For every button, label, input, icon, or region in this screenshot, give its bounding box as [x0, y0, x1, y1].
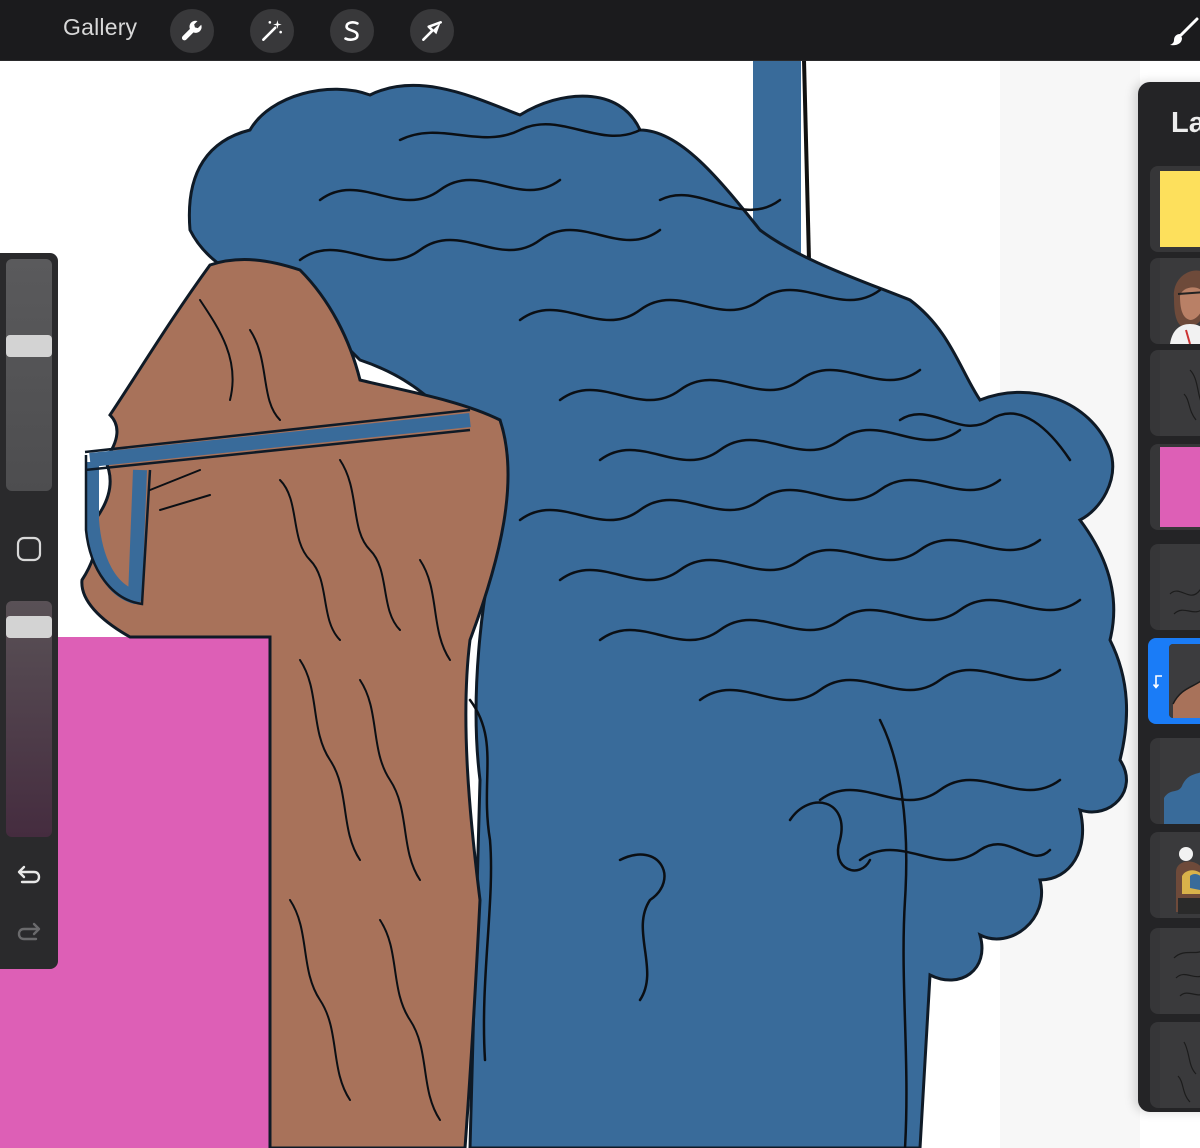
layer-thumbnail [1160, 544, 1200, 630]
undo-arrow-icon[interactable] [14, 860, 44, 890]
brush-size-slider[interactable] [6, 259, 52, 491]
top-toolbar: Gallery [0, 0, 1200, 61]
square-icon[interactable] [15, 535, 43, 563]
gallery-button[interactable]: Gallery [63, 14, 137, 41]
brush-opacity-slider[interactable] [6, 601, 52, 837]
actions-button[interactable] [170, 9, 214, 53]
selection-s-icon [344, 21, 359, 41]
layer-row[interactable] [1150, 738, 1200, 824]
layer-thumbnail [1160, 166, 1200, 252]
redo-arrow-icon[interactable] [14, 917, 44, 947]
layers-panel: Layers [1138, 82, 1200, 1112]
layer-thumbnail [1160, 1022, 1200, 1108]
transform-button[interactable] [410, 9, 454, 53]
magic-wand-icon [262, 20, 282, 41]
layer-row[interactable] [1150, 928, 1200, 1014]
layer-row[interactable] [1150, 444, 1200, 530]
arrow-cursor-icon [422, 21, 442, 41]
brush-icon[interactable] [1168, 16, 1200, 48]
drawing-canvas[interactable] [0, 0, 1200, 1148]
layer-row[interactable] [1150, 350, 1200, 436]
layers-panel-title: Layers [1171, 107, 1200, 139]
layer-row[interactable] [1150, 166, 1200, 252]
layer-row[interactable] [1150, 1022, 1200, 1108]
clipping-mask-icon [1153, 675, 1162, 689]
left-sidebar [0, 253, 58, 969]
layer-thumbnail [1160, 928, 1200, 1014]
adjustments-button[interactable] [250, 9, 294, 53]
layer-row[interactable] [1150, 832, 1200, 918]
layer-thumbnail [1160, 444, 1200, 530]
layer-thumbnail [1160, 258, 1200, 344]
wrench-icon [181, 20, 202, 41]
brush-opacity-thumb[interactable] [6, 616, 52, 638]
layer-row-selected[interactable] [1148, 638, 1200, 724]
layer-thumbnail [1160, 738, 1200, 824]
selection-button[interactable] [330, 9, 374, 53]
brush-size-thumb[interactable] [6, 335, 52, 357]
layer-thumbnail [1160, 832, 1200, 918]
layer-row[interactable] [1150, 544, 1200, 630]
layer-thumbnail [1169, 644, 1200, 718]
layer-thumbnail [1160, 350, 1200, 436]
layer-row[interactable] [1150, 258, 1200, 344]
